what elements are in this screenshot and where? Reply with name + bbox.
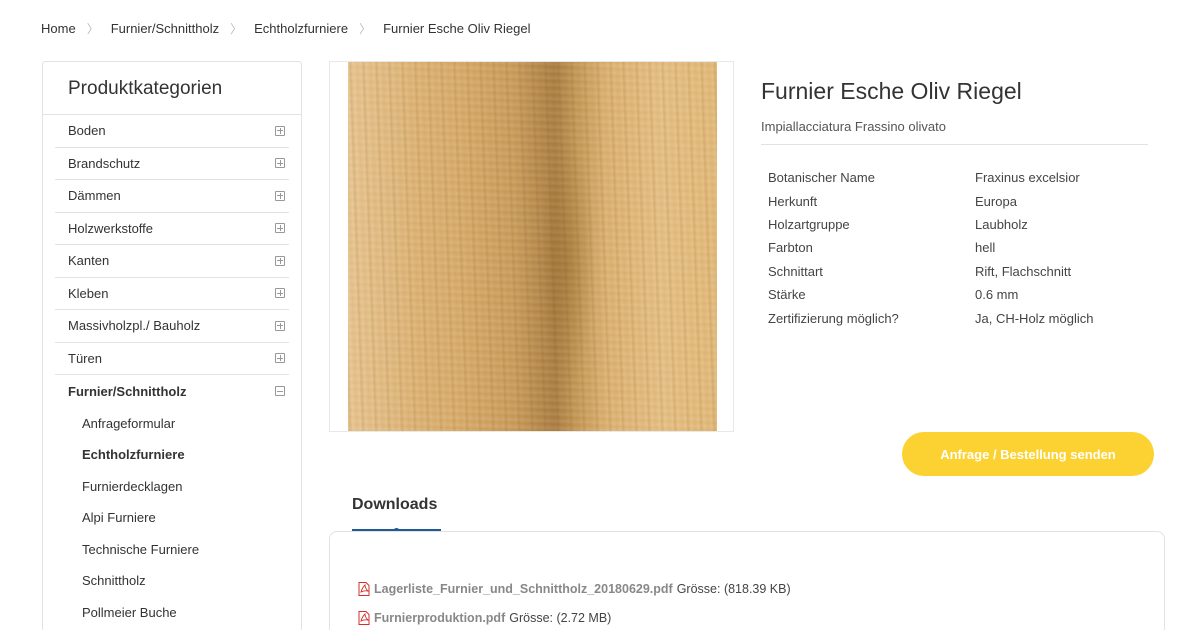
property-row: Holzartgruppe Laubholz: [768, 213, 1148, 236]
breadcrumb: Home 〉 Furnier/Schnittholz 〉 Echtholzfur…: [41, 19, 530, 37]
product-title: Furnier Esche Oliv Riegel: [761, 78, 1022, 104]
sidebar-item-boden[interactable]: Boden: [55, 115, 289, 148]
sidebar-title: Produktkategorien: [43, 62, 301, 115]
expand-plus-icon[interactable]: [275, 288, 285, 299]
product-properties: Botanischer Name Fraxinus excelsior Herk…: [768, 166, 1148, 330]
sidebar-item-kanten[interactable]: Kanten: [55, 245, 289, 278]
expand-plus-icon[interactable]: [275, 190, 285, 201]
chevron-right-icon: 〉: [230, 21, 243, 36]
product-image[interactable]: [348, 62, 717, 431]
collapse-minus-icon[interactable]: [275, 386, 285, 397]
property-value: Ja, CH-Holz möglich: [975, 310, 1094, 326]
sidebar-item-tueren[interactable]: Türen: [55, 343, 289, 375]
download-item: Lagerliste_Furnier_und_Schnittholz_20180…: [358, 582, 791, 596]
sidebar-subitem-anfrageformular[interactable]: Anfrageformular: [43, 408, 301, 440]
property-row: Botanischer Name Fraxinus excelsior: [768, 166, 1148, 189]
chevron-right-icon: 〉: [359, 21, 372, 36]
sidebar-subitem-alpi-furniere[interactable]: Alpi Furniere: [43, 502, 301, 534]
property-row: Herkunft Europa: [768, 189, 1148, 212]
property-row: Schnittart Rift, Flachschnitt: [768, 260, 1148, 283]
sidebar-subitem-technische-furniere[interactable]: Technische Furniere: [43, 534, 301, 566]
download-size: Grösse: (2.72 MB): [509, 611, 612, 625]
pdf-file-icon: [358, 582, 370, 596]
expand-plus-icon[interactable]: [275, 255, 285, 266]
sidebar-item-label: Massivholzpl./ Bauholz: [68, 318, 201, 334]
product-subtitle: Impiallacciatura Frassino olivato: [761, 119, 1148, 145]
subcategory-list: Anfrageformular Echtholzfurniere Furnier…: [43, 408, 301, 629]
sidebar-item-massivholz[interactable]: Massivholzpl./ Bauholz: [55, 310, 289, 343]
tab-downloads[interactable]: Downloads: [352, 496, 437, 514]
download-item: Furnierproduktion.pdf Grösse: (2.72 MB): [358, 611, 611, 625]
product-image-frame: [329, 61, 734, 432]
download-link-furnierproduktion[interactable]: Furnierproduktion.pdf: [374, 611, 505, 625]
property-value: 0.6 mm: [975, 287, 1019, 303]
sidebar-item-label: Brandschutz: [68, 155, 141, 171]
pdf-file-icon: [358, 611, 370, 625]
expand-plus-icon[interactable]: [275, 223, 285, 234]
sidebar-item-kleben[interactable]: Kleben: [55, 278, 289, 310]
sidebar-item-label: Kanten: [68, 253, 110, 269]
sidebar-item-label: Dämmen: [68, 188, 121, 204]
download-link-lagerliste[interactable]: Lagerliste_Furnier_und_Schnittholz_20180…: [374, 582, 673, 596]
breadcrumb-current: Furnier Esche Oliv Riegel: [383, 20, 531, 36]
category-list: Boden Brandschutz Dämmen Holzwerkstoffe …: [43, 115, 301, 408]
property-key: Zertifizierung möglich?: [768, 310, 899, 326]
breadcrumb-echtholzfurniere[interactable]: Echtholzfurniere: [254, 21, 348, 36]
property-value: hell: [975, 240, 996, 256]
breadcrumb-furnier-schnittholz[interactable]: Furnier/Schnittholz: [111, 21, 219, 36]
sidebar-item-label: Kleben: [68, 285, 109, 301]
property-value: Rift, Flachschnitt: [975, 263, 1072, 279]
sidebar-item-holzwerkstoffe[interactable]: Holzwerkstoffe: [55, 213, 289, 245]
property-key: Holzartgruppe: [768, 216, 850, 232]
property-value: Laubholz: [975, 216, 1028, 232]
property-key: Stärke: [768, 287, 806, 303]
expand-plus-icon[interactable]: [275, 158, 285, 169]
property-key: Botanischer Name: [768, 170, 875, 186]
property-row: Stärke 0.6 mm: [768, 283, 1148, 306]
sidebar-subitem-echtholzfurniere[interactable]: Echtholzfurniere: [43, 439, 301, 471]
property-key: Farbton: [768, 240, 813, 256]
property-key: Schnittart: [768, 263, 823, 279]
sidebar-item-furnier-schnittholz[interactable]: Furnier/Schnittholz: [55, 375, 289, 408]
sidebar-item-label: Türen: [68, 350, 102, 366]
breadcrumb-home[interactable]: Home: [41, 21, 76, 36]
property-key: Herkunft: [768, 193, 818, 209]
sidebar-item-brandschutz[interactable]: Brandschutz: [55, 148, 289, 180]
property-row: Zertifizierung möglich? Ja, CH-Holz mögl…: [768, 306, 1148, 329]
order-request-button[interactable]: Anfrage / Bestellung senden: [902, 432, 1154, 476]
sidebar-item-daemmen[interactable]: Dämmen: [55, 180, 289, 213]
download-size: Grösse: (818.39 KB): [676, 582, 791, 596]
sidebar-item-label: Boden: [68, 123, 106, 139]
expand-plus-icon[interactable]: [275, 125, 285, 136]
sidebar-item-label: Furnier/Schnittholz: [68, 383, 187, 399]
sidebar-subitem-schnittholz[interactable]: Schnittholz: [43, 565, 301, 597]
property-value: Europa: [975, 193, 1017, 209]
sidebar-subitem-pollmeier-buche[interactable]: Pollmeier Buche: [43, 597, 301, 629]
downloads-panel: Lagerliste_Furnier_und_Schnittholz_20180…: [329, 531, 1165, 630]
sidebar-subitem-furnierdecklagen[interactable]: Furnierdecklagen: [43, 471, 301, 503]
expand-plus-icon[interactable]: [275, 320, 285, 331]
chevron-right-icon: 〉: [86, 21, 99, 36]
expand-plus-icon[interactable]: [275, 353, 285, 364]
property-value: Fraxinus excelsior: [975, 170, 1080, 186]
property-row: Farbton hell: [768, 236, 1148, 259]
sidebar-item-label: Holzwerkstoffe: [68, 220, 154, 236]
category-sidebar: Produktkategorien Boden Brandschutz Dämm…: [42, 61, 302, 630]
